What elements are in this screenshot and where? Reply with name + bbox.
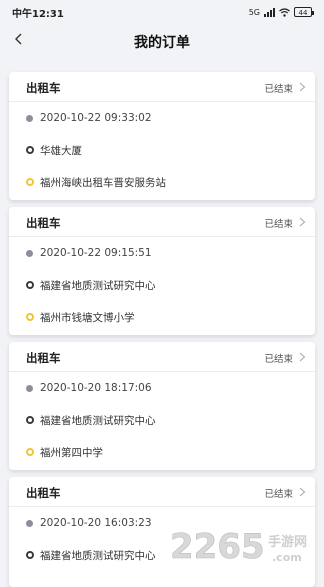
order-status: 已结束 [264,489,293,500]
order-card-header: 出租车 已结束 [9,342,315,372]
page-title: 我的订单 [134,35,190,51]
status-icons: 5G 44 [248,7,314,17]
watermark-logo: 2265 手游网 .com [168,524,318,572]
order-start: 华雄大厦 [40,144,82,157]
start-point-icon [26,146,34,154]
order-end: 福州第四中学 [40,446,103,459]
clock-icon [26,114,33,122]
order-start: 福建省地质测试研究中心 [40,279,156,292]
order-time: 2020-10-20 18:17:06 [40,382,152,394]
order-start: 福建省地质测试研究中心 [40,549,156,562]
order-start-row: 福建省地质测试研究中心 [26,277,156,293]
order-type: 出租车 [26,486,61,500]
status-bar: 中午12:31 5G 44 [0,0,324,24]
end-point-icon [26,313,34,321]
order-card[interactable]: 出租车 已结束 2020-10-20 18:17:06 福建省地质测试研究中心 … [9,342,315,470]
order-start-row: 福建省地质测试研究中心 [26,547,156,563]
order-end-row: 福州海峡出租车晋安服务站 [26,174,166,190]
order-time-row: 2020-10-22 09:33:02 [26,110,152,126]
end-point-icon [26,178,34,186]
order-time: 2020-10-22 09:15:51 [40,247,152,259]
chevron-right-icon [299,82,306,92]
order-time-row: 2020-10-20 18:17:06 [26,380,152,396]
order-end-row: 福州市钱塘文博小学 [26,309,135,325]
order-time: 2020-10-20 16:03:23 [40,517,152,529]
order-card-header: 出租车 已结束 [9,72,315,102]
order-start-row: 华雄大厦 [26,142,82,158]
order-status: 已结束 [264,354,293,365]
order-card-header: 出租车 已结束 [9,207,315,237]
chevron-right-icon [299,217,306,227]
watermark-url: .com [272,551,302,564]
clock-icon [26,249,33,257]
order-start-row: 福建省地质测试研究中心 [26,412,156,428]
order-type: 出租车 [26,216,61,230]
order-time: 2020-10-22 09:33:02 [40,112,152,124]
end-point-icon [26,448,34,456]
watermark-brand: 2265 [170,527,265,567]
battery-icon: 44 [294,7,314,17]
signal-icon [264,7,275,17]
battery-level: 44 [298,9,308,17]
order-start: 福建省地质测试研究中心 [40,414,156,427]
start-point-icon [26,281,34,289]
order-end: 福州海峡出租车晋安服务站 [40,176,166,189]
order-type: 出租车 [26,81,61,95]
network-type-label: 5G [248,7,260,17]
order-card[interactable]: 出租车 已结束 2020-10-22 09:15:51 福建省地质测试研究中心 … [9,207,315,335]
order-time-row: 2020-10-22 09:15:51 [26,245,152,261]
order-end: 福州市钱塘文博小学 [40,311,135,324]
order-status: 已结束 [264,219,293,230]
order-status: 已结束 [264,84,293,95]
order-card[interactable]: 出租车 已结束 2020-10-22 09:33:02 华雄大厦 福州海峡出租车… [9,72,315,200]
clock-icon [26,384,33,392]
wifi-icon [279,7,290,17]
status-time: 中午12:31 [12,8,64,20]
order-time-row: 2020-10-20 16:03:23 [26,515,152,531]
order-type: 出租车 [26,351,61,365]
nav-bar: 我的订单 [0,24,324,60]
start-point-icon [26,416,34,424]
chevron-right-icon [299,487,306,497]
chevron-right-icon [299,352,306,362]
start-point-icon [26,551,34,559]
order-end-row: 福州第四中学 [26,444,103,460]
order-card-header: 出租车 已结束 [9,477,315,507]
clock-icon [26,519,33,527]
watermark-site: 手游网 [268,534,307,550]
